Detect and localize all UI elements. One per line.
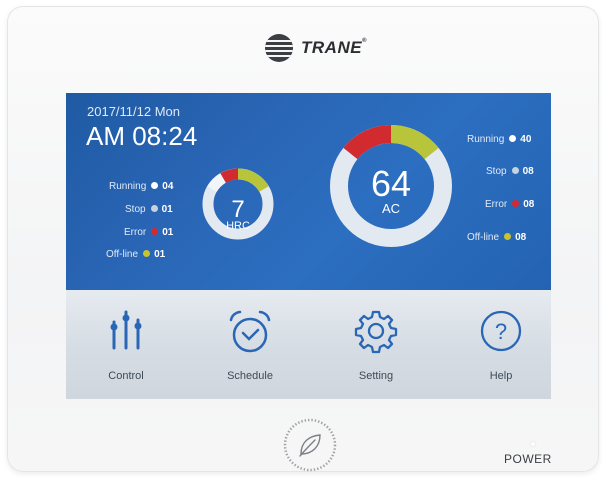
thermostat-panel: TRANE® 2017/11/12 Mon AM 08:24 Running 04… [7,6,599,472]
stop-dot-icon [511,167,519,175]
power-led [531,442,535,446]
stop-dot-icon [150,205,158,213]
ac-stat-running: Running 40 [467,134,532,145]
hrc-stat-stop: Stop 01 [125,204,173,215]
ac-stat-stop: Stop 08 [486,166,534,177]
offline-dot-icon [143,250,151,258]
schedule-label: Schedule [227,370,273,382]
hrc-stat-offline: Off-line 01 [106,249,166,260]
question-icon: ? [480,310,522,352]
control-button[interactable]: Control [81,290,171,390]
alarm-clock-icon [229,310,271,353]
ac-count: 64 AC [370,163,412,217]
status-overview: 2017/11/12 Mon AM 08:24 Running 04 Stop 01… [66,93,551,290]
ac-stat-offline: Off-line 08 [467,232,527,243]
time-label: AM 08:24 [86,121,198,151]
help-label: Help [489,370,513,382]
hrc-count: 7 HRC [226,196,250,233]
date-label: 2017/11/12 Mon [87,104,180,119]
setting-button[interactable]: Setting [331,290,421,390]
running-dot-icon [151,182,159,190]
ac-stat-error: Error 08 [485,199,535,210]
gear-icon [354,310,398,354]
hrc-stat-error: Error 01 [124,227,174,238]
offline-dot-icon [504,233,512,241]
trane-globe-icon [265,34,293,62]
brand-logo: TRANE® [263,32,383,64]
main-menu: Control Schedule Setting ? Help [66,290,551,399]
setting-label: Setting [358,370,394,382]
help-button[interactable]: ? Help [456,290,546,390]
schedule-button[interactable]: Schedule [205,290,295,390]
brand-name: TRANE® [301,38,367,57]
error-dot-icon [151,228,159,236]
error-dot-icon [512,200,520,208]
power-label: POWER [504,452,552,466]
touch-screen[interactable]: 2017/11/12 Mon AM 08:24 Running 04 Stop 01… [66,93,551,399]
hrc-stat-running: Running 04 [109,181,174,192]
svg-text:?: ? [495,319,507,344]
sliders-icon [110,310,142,350]
leaf-icon[interactable] [283,418,337,472]
running-dot-icon [509,135,517,143]
control-label: Control [108,370,144,382]
